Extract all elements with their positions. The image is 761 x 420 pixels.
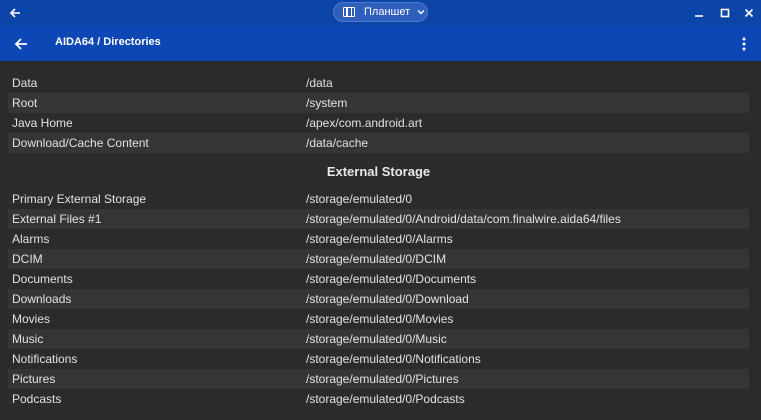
item-label: Root bbox=[12, 96, 38, 110]
item-value: /storage/emulated/0/Podcasts bbox=[306, 392, 465, 406]
section-header-external-storage: External Storage bbox=[326, 163, 431, 179]
item-label: Music bbox=[12, 332, 44, 346]
list-item: Data /data bbox=[8, 73, 749, 93]
list-item: Download/Cache Content /data/cache bbox=[8, 133, 749, 153]
minimize-icon bbox=[695, 15, 703, 17]
item-value: /system bbox=[306, 96, 348, 110]
window-mode-label: Планшет bbox=[364, 6, 411, 18]
item-value: /data/cache bbox=[306, 136, 369, 150]
app-bar: AIDA64 / Directories bbox=[0, 26, 761, 61]
item-value: /storage/emulated/0/Alarms bbox=[306, 232, 453, 246]
item-value: /storage/emulated/0/DCIM bbox=[306, 252, 447, 266]
item-value: /storage/emulated/0/Android/data/com.fin… bbox=[306, 212, 621, 226]
arrow-left-icon bbox=[9, 8, 20, 18]
item-label: DCIM bbox=[12, 252, 43, 266]
item-label: Movies bbox=[12, 312, 51, 326]
list-item: Root /system bbox=[8, 93, 749, 113]
item-label: Downloads bbox=[12, 292, 72, 306]
item-value: /storage/emulated/0/Pictures bbox=[306, 372, 459, 386]
item-value: /apex/com.android.art bbox=[306, 116, 423, 130]
close-button[interactable] bbox=[738, 3, 760, 23]
list-item: Podcasts /storage/emulated/0/Podcasts bbox=[8, 389, 749, 409]
item-label: Data bbox=[12, 76, 38, 90]
list-item: Pictures /storage/emulated/0/Pictures bbox=[8, 369, 749, 389]
list-item: Primary External Storage /storage/emulat… bbox=[8, 189, 749, 209]
window-back-button[interactable] bbox=[4, 2, 26, 24]
item-label: Alarms bbox=[12, 232, 50, 246]
item-value: /storage/emulated/0/Music bbox=[306, 332, 447, 346]
list-item: Alarms /storage/emulated/0/Alarms bbox=[8, 229, 749, 249]
item-value: /storage/emulated/0/Documents bbox=[306, 272, 477, 286]
item-label: Primary External Storage bbox=[12, 192, 147, 206]
list-item: DCIM /storage/emulated/0/DCIM bbox=[8, 249, 749, 269]
item-value: /data bbox=[306, 76, 333, 90]
directories-list: Data /data Root /system Java Home /apex/… bbox=[8, 73, 749, 153]
list-item: Movies /storage/emulated/0/Movies bbox=[8, 309, 749, 329]
window-title-bar: Планшет bbox=[0, 0, 761, 26]
item-label: Pictures bbox=[12, 372, 56, 386]
item-label: Download/Cache Content bbox=[12, 136, 149, 150]
directories-content: Data /data Root /system Java Home /apex/… bbox=[0, 61, 761, 420]
window-mode-dropdown[interactable]: Планшет bbox=[333, 2, 428, 22]
item-value: /storage/emulated/0/Notifications bbox=[306, 352, 481, 366]
back-button[interactable] bbox=[10, 33, 32, 55]
list-item: Downloads /storage/emulated/0/Download bbox=[8, 289, 749, 309]
item-value: /storage/emulated/0/Movies bbox=[306, 312, 454, 326]
list-item: Music /storage/emulated/0/Music bbox=[8, 329, 749, 349]
item-value: /storage/emulated/0 bbox=[306, 192, 413, 206]
item-label: Documents bbox=[12, 272, 73, 286]
arrow-left-icon bbox=[14, 38, 27, 50]
tablet-mode-icon bbox=[343, 7, 355, 17]
list-item: Documents /storage/emulated/0/Documents bbox=[8, 269, 749, 289]
chevron-down-icon bbox=[417, 10, 425, 15]
item-label: Podcasts bbox=[12, 392, 62, 406]
item-value: /storage/emulated/0/Download bbox=[306, 292, 469, 306]
app-window: Планшет AIDA64 / Directories Data /data … bbox=[0, 0, 761, 420]
external-storage-list: Primary External Storage /storage/emulat… bbox=[8, 189, 749, 409]
more-vertical-icon bbox=[742, 37, 746, 51]
list-item: Notifications /storage/emulated/0/Notifi… bbox=[8, 349, 749, 369]
item-label: Java Home bbox=[12, 116, 73, 130]
list-item: Java Home /apex/com.android.art bbox=[8, 113, 749, 133]
maximize-button[interactable] bbox=[714, 3, 736, 23]
item-label: Notifications bbox=[12, 352, 78, 366]
minimize-button[interactable] bbox=[688, 3, 710, 23]
overflow-menu-button[interactable] bbox=[733, 33, 755, 55]
item-label: External Files #1 bbox=[12, 212, 102, 226]
page-title: AIDA64 / Directories bbox=[55, 36, 161, 48]
list-item: External Files #1 /storage/emulated/0/An… bbox=[8, 209, 749, 229]
maximize-icon bbox=[720, 8, 730, 18]
close-icon bbox=[744, 8, 754, 18]
